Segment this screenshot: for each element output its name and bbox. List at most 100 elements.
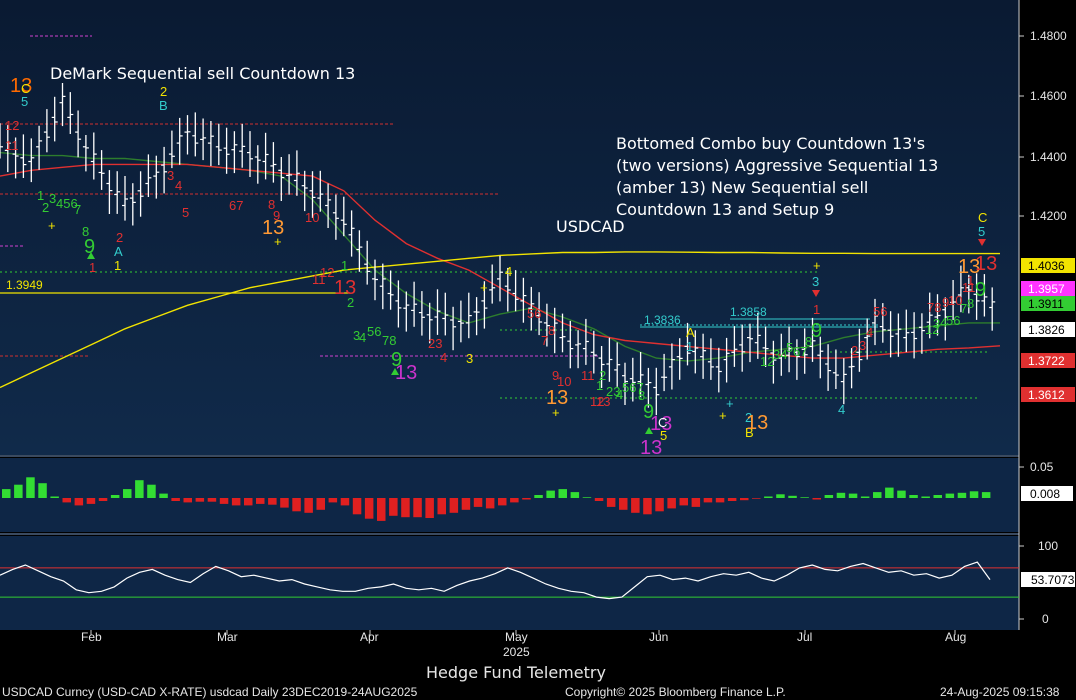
x-label-apr: Apr <box>360 630 379 644</box>
oscillator-y-tick-0: 0 <box>1042 612 1049 626</box>
momentum-bar <box>619 498 628 510</box>
svg-text:2: 2 <box>160 84 167 99</box>
momentum-bar <box>546 490 555 498</box>
momentum-bar <box>304 498 313 513</box>
annotation-line-4: Countdown 13 and Setup 9 <box>616 200 834 219</box>
svg-text:56: 56 <box>946 313 960 328</box>
momentum-bar <box>2 489 11 498</box>
svg-text:8: 8 <box>967 296 974 311</box>
momentum-bar <box>256 498 265 504</box>
svg-text:+: + <box>726 396 734 411</box>
momentum-bar <box>389 498 398 516</box>
momentum-bar <box>231 498 241 506</box>
momentum-bar <box>679 498 688 506</box>
svg-text:23: 23 <box>428 336 442 351</box>
momentum-bar <box>848 493 858 498</box>
x-label-may: May <box>505 630 528 644</box>
svg-text:56: 56 <box>367 324 381 339</box>
svg-text:9: 9 <box>811 320 822 342</box>
svg-text:B: B <box>159 98 168 113</box>
momentum-bar <box>14 484 23 498</box>
momentum-bar <box>776 494 785 498</box>
momentum-bar <box>292 498 301 512</box>
price-tags: 1.4036 1.39571.3911 1.3826 1.3722 1.3612 <box>1021 258 1075 402</box>
svg-text:2: 2 <box>851 343 858 358</box>
momentum-bar <box>50 496 59 498</box>
svg-text:5: 5 <box>182 205 189 220</box>
momentum-bar <box>740 498 749 501</box>
momentum-bar <box>885 487 894 498</box>
svg-text:C: C <box>978 210 987 225</box>
svg-text:13: 13 <box>395 362 417 384</box>
momentum-bar <box>764 496 773 498</box>
momentum-bar <box>643 498 652 515</box>
svg-text:12: 12 <box>5 118 19 133</box>
svg-text:2: 2 <box>116 230 123 245</box>
svg-text:1: 1 <box>341 258 348 273</box>
svg-text:3: 3 <box>812 274 819 289</box>
price-tag: 1.3612 <box>1021 387 1075 402</box>
momentum-bar <box>352 498 362 515</box>
svg-text:A: A <box>686 325 695 340</box>
price-tag-label: 1.3722 <box>1028 354 1065 368</box>
svg-text:9: 9 <box>975 279 986 301</box>
svg-text:+: + <box>274 234 282 249</box>
momentum-bar <box>534 495 543 498</box>
momentum-bar <box>98 498 108 501</box>
price-tag: 1.3722 <box>1021 353 1075 368</box>
svg-text:+: + <box>480 280 488 295</box>
svg-text:+: + <box>552 405 560 420</box>
momentum-bar <box>461 498 471 510</box>
svg-text:1: 1 <box>686 339 693 354</box>
annotation-line-2: (two versions) Aggressive Sequential 13 <box>616 156 938 175</box>
momentum-bar <box>945 493 955 498</box>
momentum-bar <box>74 498 84 506</box>
momentum-bar <box>26 477 35 498</box>
svg-text:13: 13 <box>975 253 997 275</box>
momentum-bar <box>268 498 277 505</box>
momentum-bar <box>582 497 592 498</box>
momentum-bar <box>328 498 338 503</box>
price-tag: 1.3826 <box>1021 322 1075 337</box>
momentum-bar <box>38 483 47 498</box>
svg-text:3: 3 <box>466 351 473 366</box>
momentum-bar <box>957 492 967 498</box>
momentum-bar <box>909 495 918 498</box>
momentum-bar <box>510 498 519 503</box>
x-label-year: 2025 <box>503 645 530 659</box>
svg-text:11: 11 <box>581 368 595 383</box>
x-label-jun: Jun <box>649 630 668 644</box>
momentum-bar <box>110 495 120 498</box>
momentum-bar <box>123 489 132 498</box>
svg-text:+: + <box>48 218 56 233</box>
svg-text:4: 4 <box>440 350 447 365</box>
annotation-line-1: Bottomed Combo buy Countdown 13's <box>616 134 925 153</box>
momentum-bar <box>425 498 434 518</box>
svg-text:7: 7 <box>74 202 81 217</box>
price-tag-label: 1.3957 <box>1028 282 1065 296</box>
momentum-bar <box>933 495 942 498</box>
y-tick-1-4600: 1.4600 <box>1030 89 1067 103</box>
svg-text:5: 5 <box>21 94 28 109</box>
momentum-bar <box>921 496 930 498</box>
momentum-bar <box>86 498 96 504</box>
svg-text:13: 13 <box>640 437 662 459</box>
momentum-bar <box>316 498 325 510</box>
svg-text:1: 1 <box>89 260 96 275</box>
momentum-bar <box>413 498 422 518</box>
svg-text:10: 10 <box>305 210 319 225</box>
svg-text:2: 2 <box>347 295 354 310</box>
y-tick-1-4800: 1.4800 <box>1030 29 1067 43</box>
svg-text:67: 67 <box>229 198 243 213</box>
momentum-bar <box>522 498 531 500</box>
annotation-line-3: (amber 13) New Sequential sell <box>616 178 868 197</box>
momentum-bar <box>655 498 664 512</box>
footer-timestamp: 24-Aug-2025 09:15:38 <box>940 685 1060 699</box>
momentum-bar <box>703 498 713 503</box>
momentum-bar <box>981 492 991 498</box>
svg-text:4: 4 <box>838 402 845 417</box>
momentum-bar <box>219 498 229 504</box>
svg-text:1: 1 <box>813 302 820 317</box>
momentum-bar <box>485 498 495 509</box>
svg-text:78: 78 <box>927 300 941 315</box>
